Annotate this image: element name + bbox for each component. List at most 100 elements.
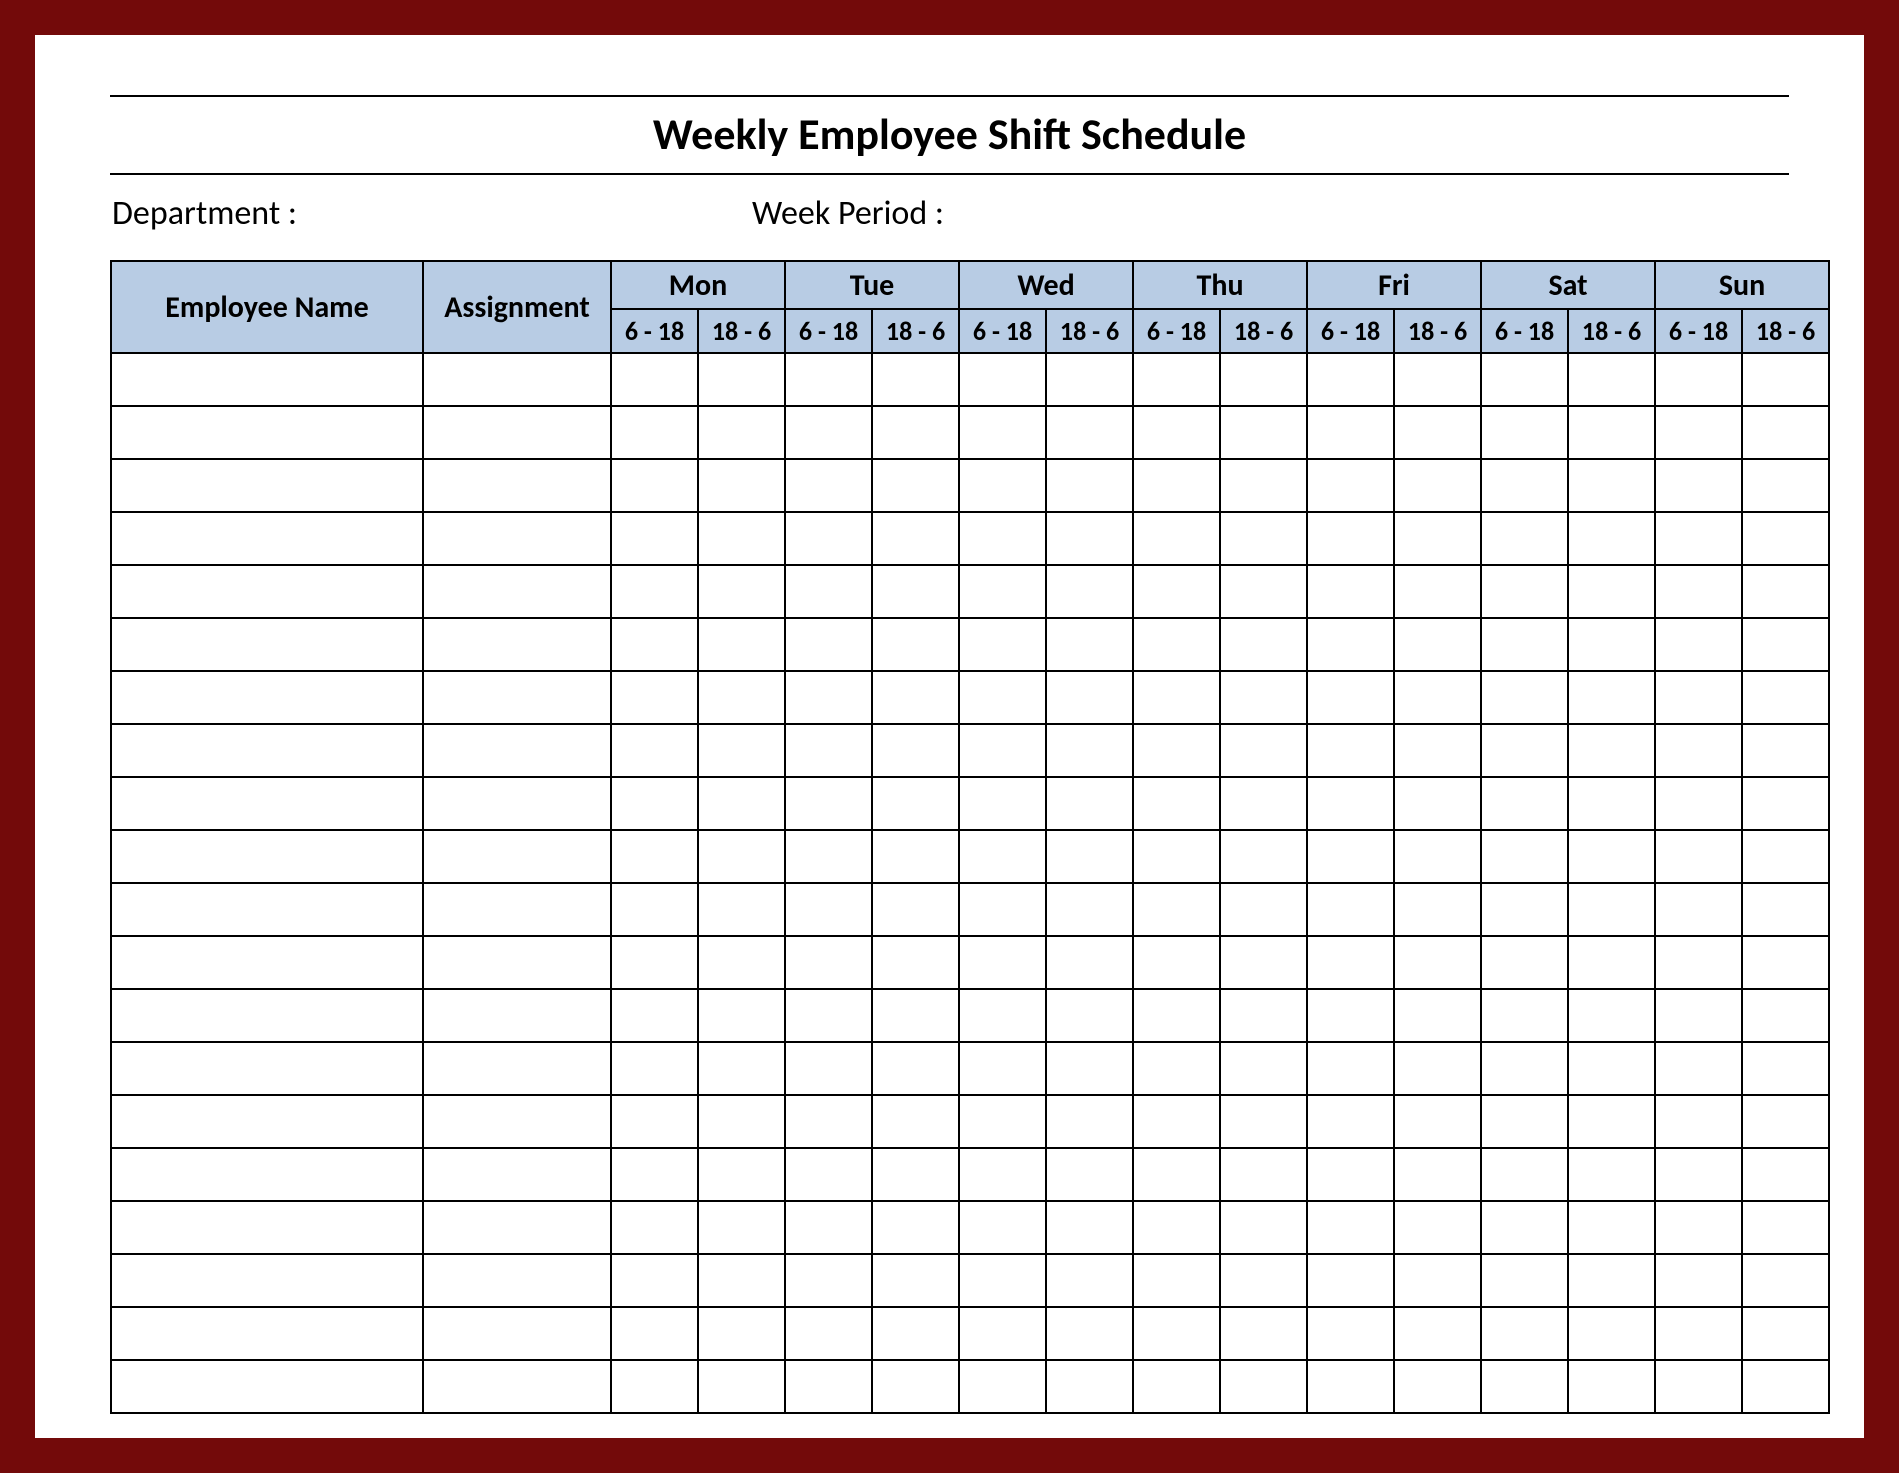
cell-shift[interactable] [1220, 1307, 1307, 1360]
cell-shift[interactable] [1394, 883, 1481, 936]
cell-shift[interactable] [1481, 1360, 1568, 1413]
cell-shift[interactable] [959, 1042, 1046, 1095]
cell-shift[interactable] [1742, 512, 1829, 565]
cell-shift[interactable] [1568, 512, 1655, 565]
cell-shift[interactable] [1220, 936, 1307, 989]
cell-shift[interactable] [1655, 1042, 1742, 1095]
cell-shift[interactable] [1133, 353, 1220, 406]
cell-shift[interactable] [959, 618, 1046, 671]
cell-shift[interactable] [1568, 1360, 1655, 1413]
cell-shift[interactable] [785, 1042, 872, 1095]
cell-shift[interactable] [959, 989, 1046, 1042]
cell-shift[interactable] [1307, 1042, 1394, 1095]
cell-shift[interactable] [698, 1042, 785, 1095]
cell-shift[interactable] [1133, 1095, 1220, 1148]
cell-shift[interactable] [959, 565, 1046, 618]
cell-shift[interactable] [1742, 1254, 1829, 1307]
cell-shift[interactable] [872, 1360, 959, 1413]
cell-shift[interactable] [611, 618, 698, 671]
cell-shift[interactable] [785, 1148, 872, 1201]
cell-shift[interactable] [785, 1307, 872, 1360]
cell-shift[interactable] [1220, 565, 1307, 618]
cell-shift[interactable] [1568, 1042, 1655, 1095]
cell-shift[interactable] [1568, 671, 1655, 724]
cell-shift[interactable] [1220, 1095, 1307, 1148]
cell-shift[interactable] [1481, 1095, 1568, 1148]
cell-employee-name[interactable] [111, 671, 423, 724]
cell-shift[interactable] [1307, 883, 1394, 936]
cell-shift[interactable] [1046, 1307, 1133, 1360]
cell-shift[interactable] [1394, 1307, 1481, 1360]
cell-shift[interactable] [785, 1095, 872, 1148]
cell-shift[interactable] [872, 936, 959, 989]
cell-shift[interactable] [1394, 830, 1481, 883]
cell-assignment[interactable] [423, 1360, 611, 1413]
cell-assignment[interactable] [423, 406, 611, 459]
cell-shift[interactable] [1046, 1254, 1133, 1307]
cell-assignment[interactable] [423, 724, 611, 777]
cell-shift[interactable] [1481, 459, 1568, 512]
cell-shift[interactable] [1655, 565, 1742, 618]
cell-shift[interactable] [1394, 406, 1481, 459]
cell-shift[interactable] [1568, 777, 1655, 830]
cell-shift[interactable] [872, 1042, 959, 1095]
cell-shift[interactable] [959, 1148, 1046, 1201]
cell-shift[interactable] [872, 512, 959, 565]
cell-shift[interactable] [1220, 830, 1307, 883]
cell-shift[interactable] [959, 1201, 1046, 1254]
cell-shift[interactable] [1394, 1254, 1481, 1307]
cell-shift[interactable] [1568, 830, 1655, 883]
cell-shift[interactable] [611, 1360, 698, 1413]
cell-shift[interactable] [698, 1201, 785, 1254]
cell-shift[interactable] [1307, 1360, 1394, 1413]
cell-shift[interactable] [698, 777, 785, 830]
cell-shift[interactable] [1655, 724, 1742, 777]
cell-shift[interactable] [1394, 459, 1481, 512]
cell-shift[interactable] [698, 724, 785, 777]
cell-employee-name[interactable] [111, 1201, 423, 1254]
cell-shift[interactable] [698, 459, 785, 512]
cell-shift[interactable] [1568, 1095, 1655, 1148]
cell-shift[interactable] [1307, 1307, 1394, 1360]
cell-shift[interactable] [1394, 989, 1481, 1042]
cell-shift[interactable] [1307, 936, 1394, 989]
cell-shift[interactable] [1655, 1307, 1742, 1360]
cell-shift[interactable] [611, 406, 698, 459]
cell-shift[interactable] [1046, 936, 1133, 989]
cell-shift[interactable] [1307, 1095, 1394, 1148]
cell-shift[interactable] [872, 671, 959, 724]
cell-shift[interactable] [1220, 777, 1307, 830]
cell-employee-name[interactable] [111, 936, 423, 989]
cell-shift[interactable] [1046, 565, 1133, 618]
cell-shift[interactable] [959, 724, 1046, 777]
cell-shift[interactable] [1133, 883, 1220, 936]
cell-shift[interactable] [1133, 1201, 1220, 1254]
cell-shift[interactable] [1568, 459, 1655, 512]
cell-shift[interactable] [1742, 565, 1829, 618]
cell-shift[interactable] [872, 406, 959, 459]
cell-shift[interactable] [785, 724, 872, 777]
cell-shift[interactable] [1220, 1148, 1307, 1201]
cell-shift[interactable] [1133, 671, 1220, 724]
cell-shift[interactable] [1742, 989, 1829, 1042]
cell-shift[interactable] [1481, 406, 1568, 459]
cell-shift[interactable] [1307, 618, 1394, 671]
cell-shift[interactable] [1742, 724, 1829, 777]
cell-employee-name[interactable] [111, 1360, 423, 1413]
cell-assignment[interactable] [423, 1307, 611, 1360]
cell-shift[interactable] [785, 618, 872, 671]
cell-shift[interactable] [1481, 671, 1568, 724]
cell-shift[interactable] [1568, 406, 1655, 459]
cell-assignment[interactable] [423, 936, 611, 989]
cell-shift[interactable] [1046, 353, 1133, 406]
cell-shift[interactable] [1742, 1201, 1829, 1254]
cell-shift[interactable] [872, 777, 959, 830]
cell-shift[interactable] [872, 565, 959, 618]
cell-shift[interactable] [1220, 1201, 1307, 1254]
cell-shift[interactable] [1046, 883, 1133, 936]
cell-shift[interactable] [1742, 1042, 1829, 1095]
cell-shift[interactable] [1307, 406, 1394, 459]
cell-shift[interactable] [785, 565, 872, 618]
cell-assignment[interactable] [423, 565, 611, 618]
cell-shift[interactable] [872, 830, 959, 883]
